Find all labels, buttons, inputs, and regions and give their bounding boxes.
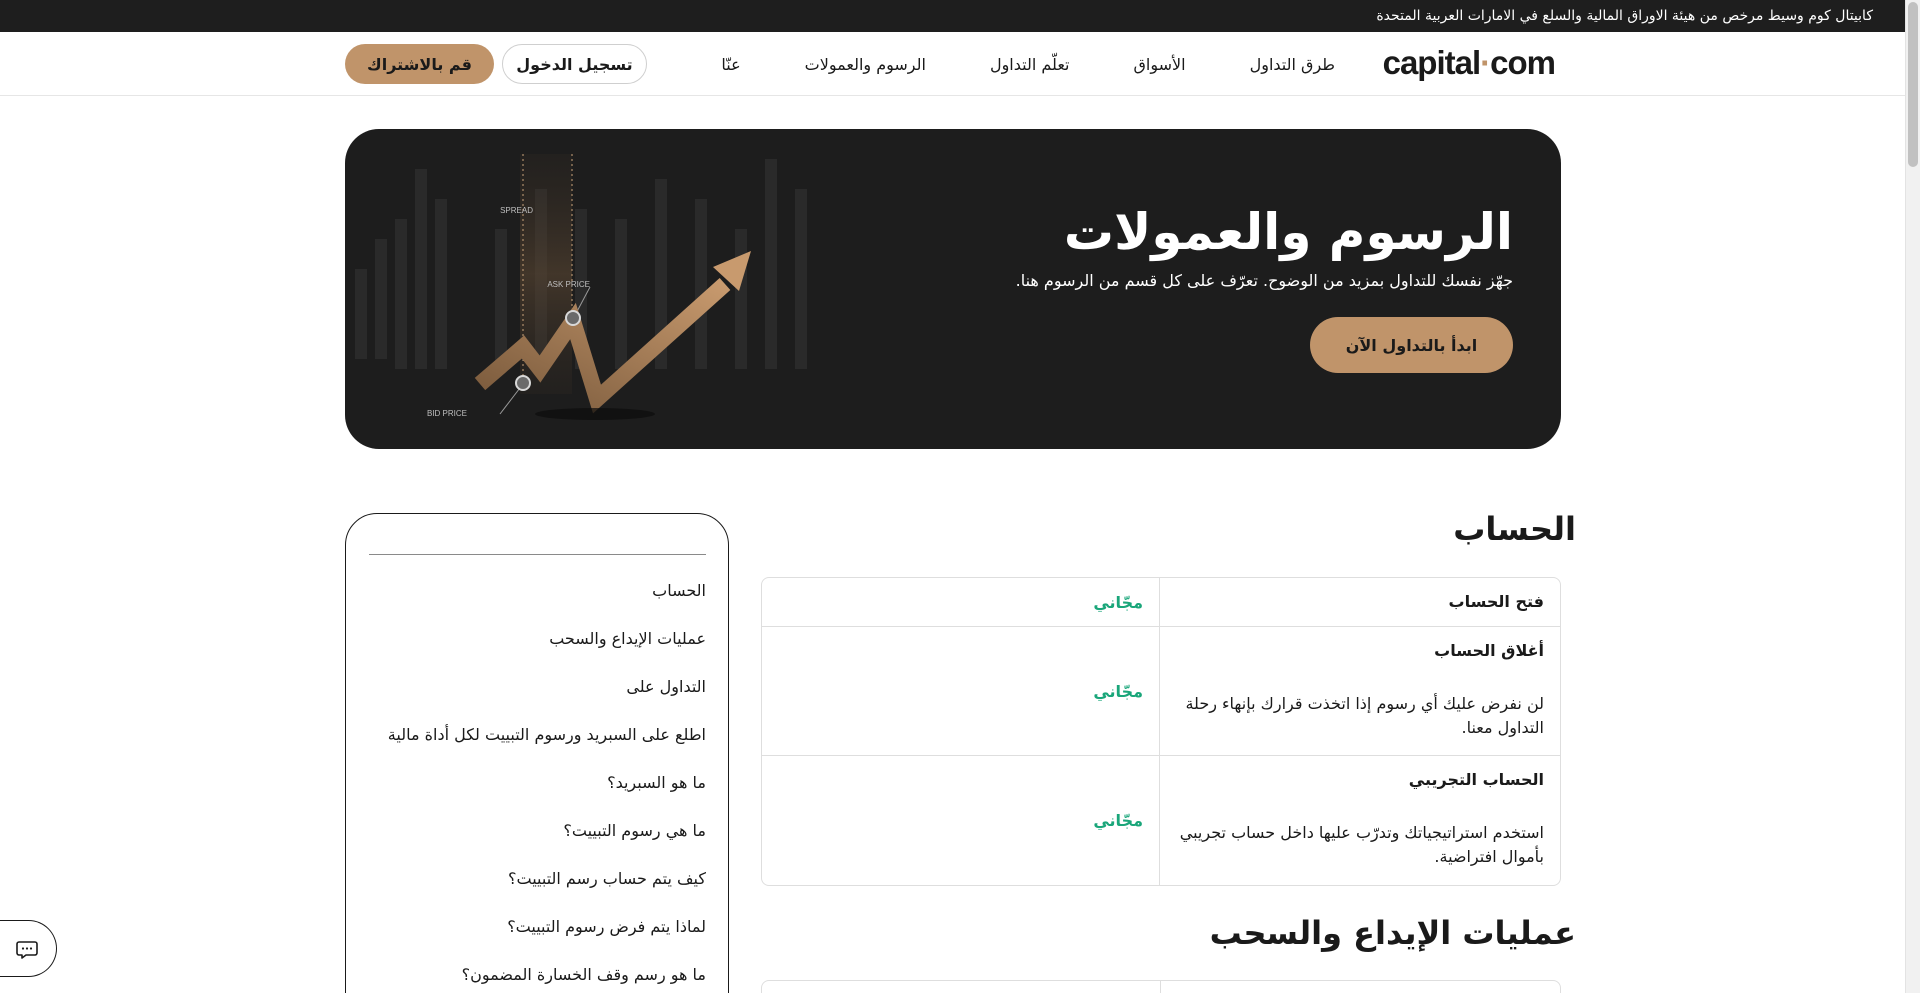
nav-trading-ways[interactable]: طرق التداول [1250,55,1335,74]
fee-label-cell: الحساب التجريبي استخدم استراتيجياتك وتدر… [1159,756,1560,885]
nav-about-us[interactable]: عنّا [721,55,740,74]
toc-item-deposits-withdrawals[interactable]: عمليات الإيداع والسحب [369,629,706,677]
deposits-fees-table [761,980,1561,993]
fee-desc-close-account: لن نفرض عليك أي رسوم إذا اتخذت قرارك بإن… [1185,694,1544,737]
spread-chart-illustration: SPREAD ASK PRICE BID PRICE [355,154,807,420]
fee-desc-demo-account: استخدم استراتيجياتك وتدرّب عليها داخل حس… [1179,823,1544,866]
chat-widget-button[interactable] [0,920,57,977]
toc-item-trading-on[interactable]: التداول على [369,677,706,725]
hero-banner: SPREAD ASK PRICE BID PRICE الرسوم والعمو… [345,129,1561,449]
fee-name-close-account: أغلاق الحساب [1434,641,1544,660]
bid-point-marker [515,375,531,391]
fee-name-open-account: فتح الحساب [1448,592,1545,611]
toc-list: الحساب عمليات الإيداع والسحب التداول على… [369,581,706,993]
deposits-section-title: عمليات الإيداع والسحب [1209,914,1576,952]
chat-bubble-icon [16,940,38,959]
toc-item-guaranteed-stop-loss[interactable]: ما هو رسم وقف الخسارة المضمون؟ [369,965,706,993]
table-column-divider [1160,981,1161,993]
logo-text-capital: capital [1382,44,1482,81]
toc-item-what-is-overnight-fee[interactable]: ما هي رسوم التبييت؟ [369,821,706,869]
table-row: الحساب التجريبي استخدم استراتيجياتك وتدر… [762,756,1560,885]
arrow-shadow [535,408,655,420]
table-of-contents: الحساب عمليات الإيداع والسحب التداول على… [345,513,729,993]
fee-value-free: مجّاني [1093,592,1143,612]
toc-item-account[interactable]: الحساب [369,581,706,629]
toc-divider [369,554,706,555]
table-row: أغلاق الحساب لن نفرض عليك أي رسوم إذا ات… [762,627,1560,756]
toc-item-why-overnight-fees[interactable]: لماذا يتم فرض رسوم التبييت؟ [369,917,706,965]
fee-name-demo-account: الحساب التجريبي [1408,770,1544,789]
ask-point-marker [565,310,581,326]
fee-value-free: مجّاني [1093,681,1143,701]
license-disclaimer-bar: كابيتال كوم وسيط مرخص من هيئة الاوراق ال… [0,0,1905,32]
logo-dot: · [1480,44,1491,81]
toc-item-how-overnight-calculated[interactable]: كيف يتم حساب رسم التبييت؟ [369,869,706,917]
capital-com-logo[interactable]: capital·com [1382,44,1556,82]
fee-value-free: مجّاني [1093,811,1143,830]
table-row: فتح الحساب مجّاني [762,578,1560,627]
page-scrollbar[interactable] [1905,0,1920,993]
hero-subtitle: جهّز نفسك للتداول بمزيد من الوضوح. تعرّف… [1015,271,1513,290]
nav-markets[interactable]: الأسواق [1133,55,1185,74]
account-fees-table: فتح الحساب مجّاني أغلاق الحساب لن نفرض ع… [761,577,1561,886]
ask-price-label: ASK PRICE [547,280,590,289]
license-disclaimer-text: كابيتال كوم وسيط مرخص من هيئة الاوراق ال… [1376,8,1873,24]
signup-button[interactable]: قم بالاشتراك [345,44,494,84]
toc-item-spreads-overnight[interactable]: اطلع على السبريد ورسوم التبييت لكل أداة … [369,725,706,773]
login-button[interactable]: تسجيل الدخول [502,44,647,84]
spread-label: SPREAD [500,206,533,215]
page-title: الرسوم والعمولات [1063,203,1513,261]
nav-learn-trading[interactable]: تعلّم التداول [990,55,1070,74]
main-nav: طرق التداول الأسواق تعلّم التداول الرسوم… [657,32,1335,96]
site-header: capital·com طرق التداول الأسواق تعلّم ال… [0,32,1905,96]
start-trading-button[interactable]: ابدأ بالتداول الآن [1310,317,1513,373]
fee-label-cell: فتح الحساب [1159,578,1560,626]
bid-price-label: BID PRICE [427,409,467,418]
toc-item-what-is-spread[interactable]: ما هو السبريد؟ [369,773,706,821]
fee-label-cell: أغلاق الحساب لن نفرض عليك أي رسوم إذا ات… [1159,627,1560,755]
scrollbar-thumb[interactable] [1908,2,1918,167]
logo-text-com: com [1490,44,1556,81]
account-section-title: الحساب [1453,510,1576,548]
nav-fees-charges[interactable]: الرسوم والعمولات [805,55,926,74]
